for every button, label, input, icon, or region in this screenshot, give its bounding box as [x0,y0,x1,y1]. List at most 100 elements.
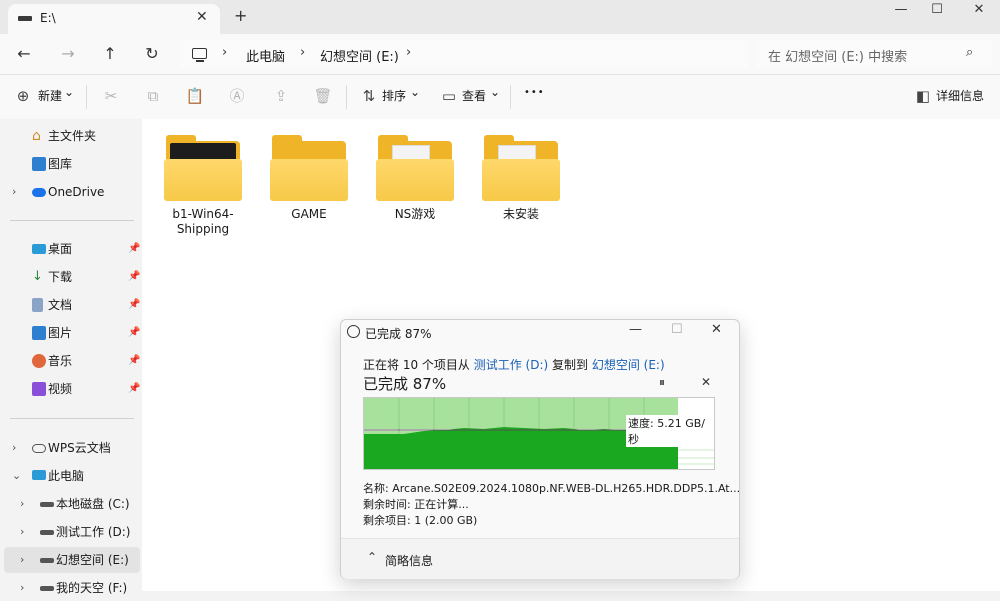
toolbar-divider [510,85,511,109]
time-remaining: 剩余时间: 正在计算... [363,498,469,511]
details-button[interactable]: 详细信息 [936,87,984,104]
back-button[interactable]: ← [12,42,36,66]
breadcrumb-e-drive[interactable]: 幻想空间 (E:) [320,46,399,65]
new-plus-icon[interactable]: ⊕ [12,85,34,107]
source-link[interactable]: 测试工作 (D:) [474,358,548,372]
sidebar-item-videos[interactable]: 视频 📌 [4,376,140,402]
sidebar-item-documents[interactable]: 文档 📌 [4,292,140,318]
view-button[interactable]: 查看 [462,87,486,104]
sidebar-item-label: 幻想空间 (E:) [56,553,129,567]
sidebar-item-downloads[interactable]: ↓ 下载 📌 [4,264,140,290]
copy-icon[interactable]: ⧉ [142,85,164,107]
search-icon[interactable]: ⌕ [966,45,973,60]
expand-chevron-icon[interactable]: › [12,435,16,461]
forward-button[interactable]: → [56,42,80,66]
maximize-button[interactable]: ☐ [922,2,952,22]
destination-link[interactable]: 幻想空间 (E:) [592,358,665,372]
document-icon [32,298,43,312]
pause-button[interactable]: ⏸ [659,375,665,390]
sidebar-item-desktop[interactable]: 桌面 📌 [4,236,140,262]
sidebar-item-label: 测试工作 (D:) [56,525,131,539]
sidebar-item-label: 下载 [48,270,73,284]
dialog-close-button[interactable]: ✕ [711,322,722,337]
sidebar-item-drive-c[interactable]: › 本地磁盘 (C:) [4,491,140,517]
sidebar-item-gallery[interactable]: 图库 [4,151,140,177]
expand-chevron-icon[interactable]: › [20,491,24,517]
share-icon[interactable]: ⇪ [270,85,292,107]
computer-icon [192,48,207,59]
breadcrumb-this-pc[interactable]: 此电脑 [246,46,285,65]
sidebar-item-label: WPS云文档 [48,441,111,455]
refresh-button[interactable]: ↻ [140,42,164,66]
folder-item[interactable]: 未安装 [476,127,566,237]
dialog-maximize-button[interactable]: ☐ [671,322,683,337]
delete-icon[interactable]: 🗑 [312,85,334,107]
dialog-minimize-button[interactable]: — [629,322,642,337]
pin-icon[interactable]: 📌 [128,320,140,346]
breadcrumb-chevron-icon[interactable]: › [406,45,411,60]
folder-item[interactable]: NS游戏 [370,127,460,237]
sidebar-item-onedrive[interactable]: › OneDrive [4,179,140,205]
rename-icon[interactable]: Ⓐ [226,85,248,107]
drive-icon [18,16,32,21]
sidebar-item-label: OneDrive [48,185,105,199]
toolbar-divider [86,85,87,109]
details-pane-icon[interactable]: ◧ [912,85,934,107]
view-caret-icon[interactable]: ⌄ [490,85,500,99]
breadcrumb-chevron-icon[interactable]: › [300,45,305,60]
less-details-button[interactable]: 简略信息 [385,552,433,569]
sort-button[interactable]: 排序 [382,87,406,104]
dialog-footer: ⌃ 简略信息 [341,538,739,579]
sort-icon[interactable]: ⇅ [358,85,380,107]
search-box[interactable]: 在 幻想空间 (E:) 中搜索 ⌕ [756,40,992,68]
pin-icon[interactable]: 📌 [128,376,140,402]
breadcrumb-chevron-icon[interactable]: › [222,45,227,60]
pin-icon[interactable]: 📌 [128,292,140,318]
sidebar-item-home[interactable]: ⌂ 主文件夹 [4,123,140,149]
search-placeholder[interactable]: 在 幻想空间 (E:) 中搜索 [768,46,907,65]
folder-item[interactable]: GAME [264,127,354,237]
pin-icon[interactable]: 📌 [128,236,140,262]
cut-icon[interactable]: ✂ [100,85,122,107]
sidebar-item-drive-f[interactable]: › 我的天空 (F:) [4,575,140,601]
cancel-button[interactable]: ✕ [701,375,711,389]
new-button[interactable]: 新建 [38,87,62,104]
expand-chevron-icon[interactable]: › [20,547,24,573]
sidebar-item-drive-e[interactable]: › 幻想空间 (E:) [4,547,140,573]
computer-stand-icon [196,60,204,62]
chevron-up-icon[interactable]: ⌃ [367,550,377,564]
collapse-chevron-icon[interactable]: ⌄ [12,463,21,489]
folder-icon-front [482,159,560,201]
more-options-icon[interactable]: ••• [524,87,545,98]
sidebar-item-pictures[interactable]: 图片 📌 [4,320,140,346]
minimize-button[interactable]: — [886,2,916,22]
cloud-icon [32,444,46,453]
tab-close-icon[interactable]: ✕ [196,9,208,25]
up-button[interactable]: ↑ [98,42,122,66]
sidebar-item-music[interactable]: 音乐 📌 [4,348,140,374]
address-bar[interactable]: › 此电脑 › 幻想空间 (E:) › [180,40,748,68]
sort-caret-icon[interactable]: ⌄ [410,85,420,99]
sidebar-item-wps-cloud[interactable]: › WPS云文档 [4,435,140,461]
tab-e-drive[interactable]: E:\ ✕ [8,4,220,34]
copy-description: 正在将 10 个项目从 测试工作 (D:) 复制到 幻想空间 (E:) [363,356,665,373]
sidebar-item-this-pc[interactable]: ⌄ 此电脑 [4,463,140,489]
expand-chevron-icon[interactable]: › [20,575,24,601]
close-button[interactable]: ✕ [964,2,994,22]
home-icon: ⌂ [32,128,41,144]
sidebar-item-drive-d[interactable]: › 测试工作 (D:) [4,519,140,545]
computer-icon [32,470,46,480]
new-tab-button[interactable]: + [234,6,247,25]
view-icon[interactable]: ▭ [438,85,460,107]
expand-chevron-icon[interactable]: › [12,179,16,205]
music-icon [32,354,46,368]
sidebar-item-label: 主文件夹 [48,129,97,143]
pin-icon[interactable]: 📌 [128,264,140,290]
sidebar-item-label: 图库 [48,157,73,171]
expand-chevron-icon[interactable]: › [20,519,24,545]
folder-item[interactable]: b1-Win64-Shipping [158,127,248,237]
paste-icon[interactable]: 📋 [184,85,206,107]
dialog-title: 已完成 87% [365,327,432,341]
pin-icon[interactable]: 📌 [128,348,140,374]
new-caret-icon[interactable]: ⌄ [64,85,74,99]
